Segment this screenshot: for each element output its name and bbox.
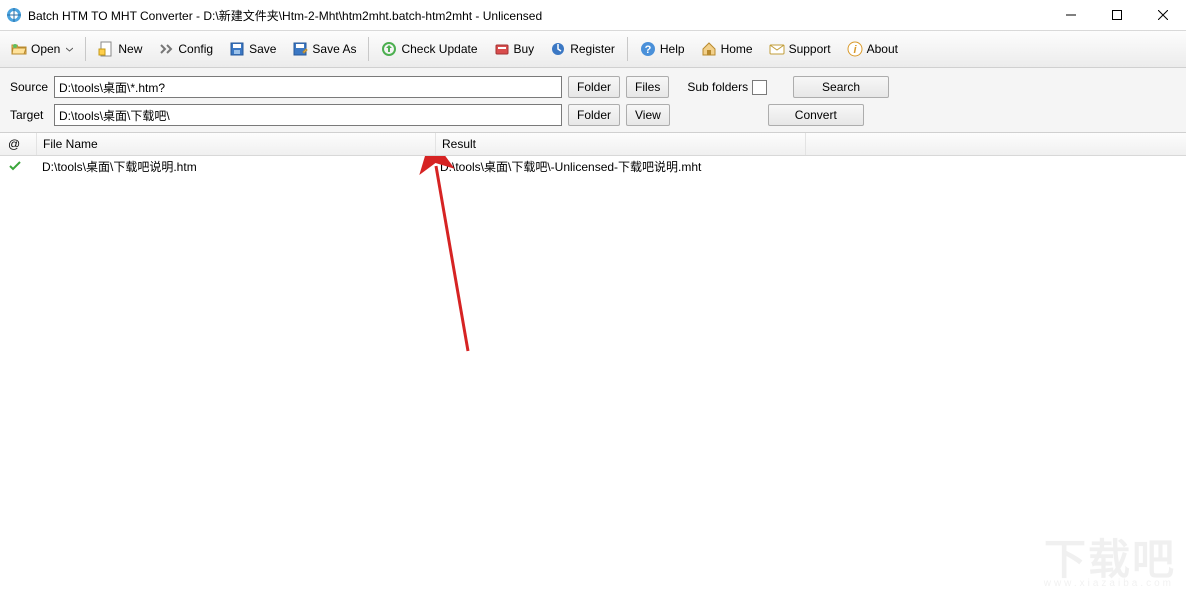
titlebar: Batch HTM TO MHT Converter - D:\新建文件夹\Ht… — [0, 0, 1186, 31]
home-button[interactable]: Home — [694, 34, 760, 64]
support-label: Support — [789, 42, 831, 56]
svg-text:?: ? — [645, 44, 652, 56]
buy-label: Buy — [514, 42, 535, 56]
maximize-button[interactable] — [1094, 0, 1140, 30]
support-icon — [769, 41, 785, 57]
config-icon — [158, 41, 174, 57]
col-filename-header[interactable]: File Name — [37, 133, 436, 155]
buy-icon — [494, 41, 510, 57]
target-label: Target — [10, 108, 48, 122]
minimize-button[interactable] — [1048, 0, 1094, 30]
source-label: Source — [10, 80, 48, 94]
new-document-icon — [98, 41, 114, 57]
convert-button[interactable]: Convert — [768, 104, 864, 126]
buy-button[interactable]: Buy — [487, 34, 542, 64]
sub-folders-label-wrap: Sub folders — [687, 80, 767, 95]
row-filename: D:\tools\桌面\下载吧说明.htm — [36, 158, 434, 175]
list-row[interactable]: D:\tools\桌面\下载吧说明.htm D:\tools\桌面\下载吧\-U… — [0, 156, 1186, 176]
status-ok-icon — [8, 159, 22, 173]
save-icon — [229, 41, 245, 57]
col-status-header[interactable]: @ — [0, 133, 37, 155]
register-label: Register — [570, 42, 615, 56]
list-body: D:\tools\桌面\下载吧说明.htm D:\tools\桌面\下载吧\-U… — [0, 156, 1186, 593]
sub-folders-checkbox[interactable] — [752, 80, 767, 95]
search-button[interactable]: Search — [793, 76, 889, 98]
home-label: Home — [721, 42, 753, 56]
window-controls — [1048, 0, 1186, 30]
sub-folders-label: Sub folders — [687, 80, 748, 94]
about-label: About — [867, 42, 898, 56]
open-button[interactable]: Open — [4, 34, 80, 64]
watermark-url: www.xiazaiba.com — [1044, 578, 1174, 589]
save-label: Save — [249, 42, 276, 56]
support-button[interactable]: Support — [762, 34, 838, 64]
home-icon — [701, 41, 717, 57]
source-folder-button[interactable]: Folder — [568, 76, 620, 98]
save-as-label: Save As — [312, 42, 356, 56]
check-update-icon — [381, 41, 397, 57]
list-header: @ File Name Result — [0, 133, 1186, 156]
new-label: New — [118, 42, 142, 56]
source-input[interactable] — [54, 76, 562, 98]
config-label: Config — [178, 42, 213, 56]
toolbar-separator — [85, 37, 86, 61]
config-button[interactable]: Config — [151, 34, 220, 64]
save-as-icon — [292, 41, 308, 57]
toolbar: Open New Config Save Save As Check — [0, 31, 1186, 68]
save-button[interactable]: Save — [222, 34, 283, 64]
register-button[interactable]: Register — [543, 34, 622, 64]
about-button[interactable]: i About — [840, 34, 905, 64]
open-folder-icon — [11, 41, 27, 57]
app-icon — [6, 7, 22, 23]
annotation-arrow — [0, 156, 1186, 586]
check-update-button[interactable]: Check Update — [374, 34, 484, 64]
source-row: Source Folder Files Sub folders Search — [10, 76, 1176, 98]
check-update-label: Check Update — [401, 42, 477, 56]
help-label: Help — [660, 42, 685, 56]
register-icon — [550, 41, 566, 57]
save-as-button[interactable]: Save As — [285, 34, 363, 64]
source-files-button[interactable]: Files — [626, 76, 669, 98]
about-icon: i — [847, 41, 863, 57]
help-icon: ? — [640, 41, 656, 57]
target-folder-button[interactable]: Folder — [568, 104, 620, 126]
target-row: Target Folder View Convert — [10, 104, 1176, 126]
col-result-header[interactable]: Result — [436, 133, 806, 155]
paths-panel: Source Folder Files Sub folders Search T… — [0, 68, 1186, 133]
window-title: Batch HTM TO MHT Converter - D:\新建文件夹\Ht… — [28, 7, 542, 24]
toolbar-separator — [627, 37, 628, 61]
dropdown-arrow-icon — [66, 46, 73, 53]
target-input[interactable] — [54, 104, 562, 126]
help-button[interactable]: ? Help — [633, 34, 692, 64]
new-button[interactable]: New — [91, 34, 149, 64]
row-result: D:\tools\桌面\下载吧\-Unlicensed-下载吧说明.mht — [434, 158, 1186, 175]
close-button[interactable] — [1140, 0, 1186, 30]
target-view-button[interactable]: View — [626, 104, 670, 126]
open-label: Open — [31, 42, 60, 56]
toolbar-separator — [368, 37, 369, 61]
